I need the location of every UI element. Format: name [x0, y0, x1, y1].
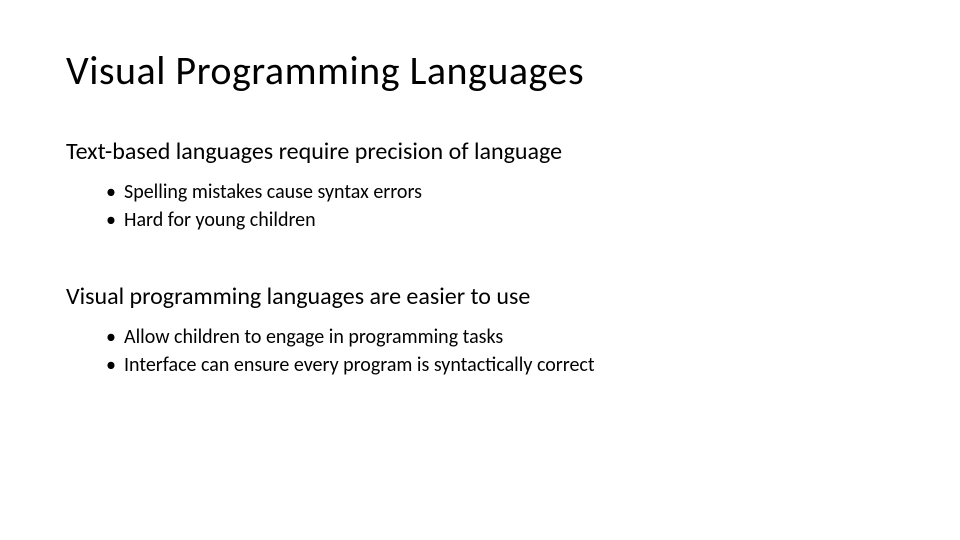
section-1-heading: Text-based languages require precision o…	[66, 137, 894, 166]
list-item: Interface can ensure every program is sy…	[106, 351, 894, 379]
slide-title: Visual Programming Languages	[66, 46, 894, 95]
section-2-bullets: Allow children to engage in programming …	[106, 323, 894, 379]
section-2-heading: Visual programming languages are easier …	[66, 282, 894, 311]
section-1: Text-based languages require precision o…	[66, 137, 894, 234]
section-2: Visual programming languages are easier …	[66, 282, 894, 379]
list-item: Spelling mistakes cause syntax errors	[106, 178, 894, 206]
list-item: Allow children to engage in programming …	[106, 323, 894, 351]
list-item: Hard for young children	[106, 206, 894, 234]
section-1-bullets: Spelling mistakes cause syntax errors Ha…	[106, 178, 894, 234]
